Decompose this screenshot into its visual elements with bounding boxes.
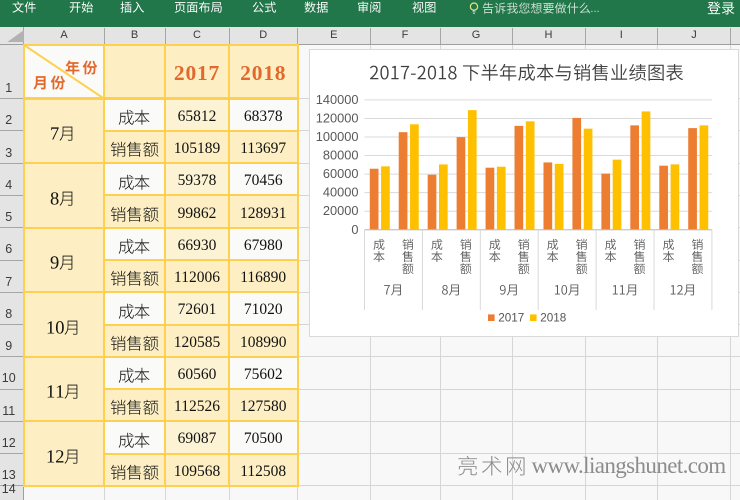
svg-text:40000: 40000 [323,185,359,200]
svg-text:120000: 120000 [316,110,359,125]
svg-text:100000: 100000 [316,129,359,144]
svg-text:80000: 80000 [323,148,359,163]
svg-text:20000: 20000 [323,203,359,218]
svg-text:0: 0 [351,222,358,237]
svg-text:2018: 2018 [540,312,566,325]
svg-text:60000: 60000 [323,166,359,181]
svg-text:140000: 140000 [316,92,359,107]
svg-text:2017: 2017 [498,312,524,325]
